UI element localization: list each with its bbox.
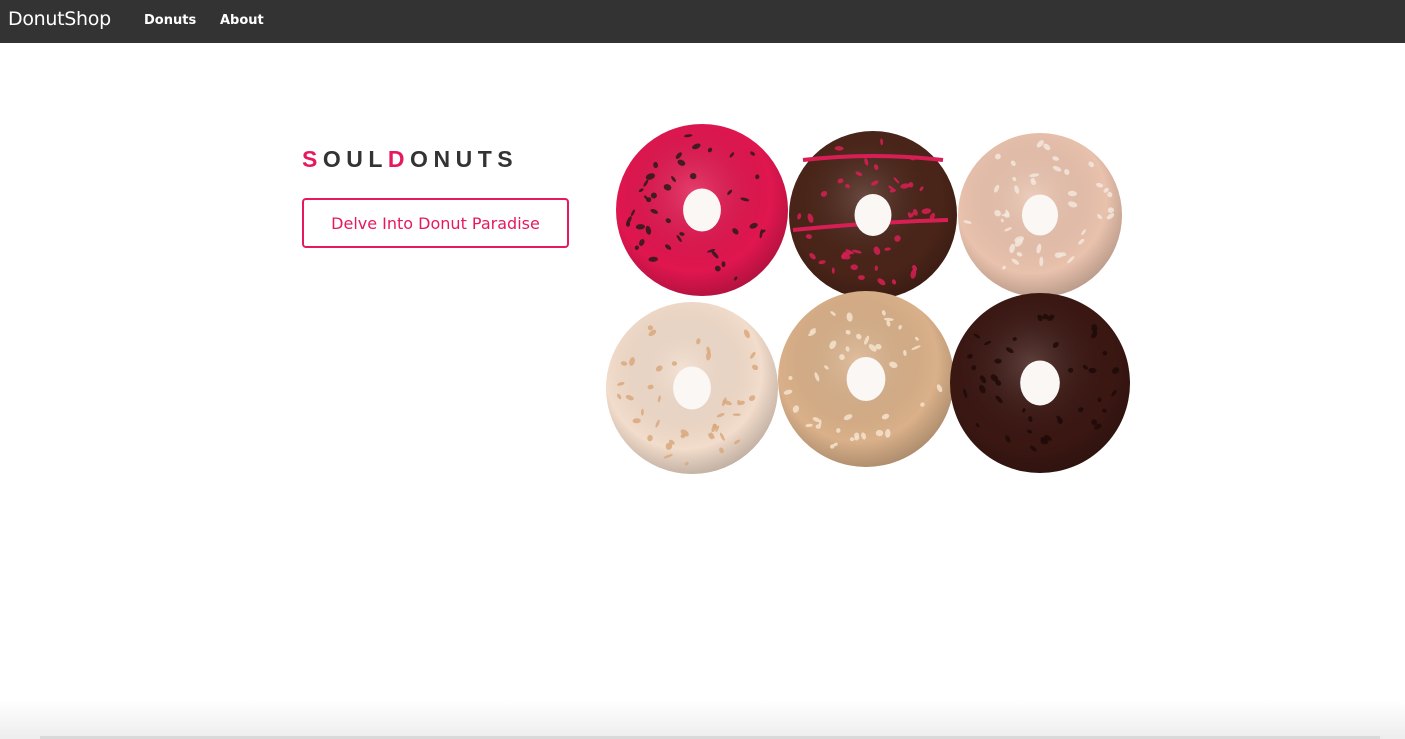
donuts-photo — [590, 97, 1143, 489]
footer-shadow — [0, 700, 1405, 739]
logo-letter: L — [368, 146, 388, 172]
donut — [958, 133, 1122, 297]
donut — [778, 291, 954, 467]
nav-link-donuts[interactable]: Donuts — [144, 13, 196, 28]
logo-letter: N — [433, 146, 456, 172]
nav-link-about[interactable]: About — [220, 13, 264, 28]
donut — [789, 131, 957, 299]
donut — [606, 302, 778, 474]
logo-letter: D — [387, 146, 411, 172]
logo-letter: U — [455, 146, 478, 172]
soul-donuts-logo: SOULDONUTS — [302, 146, 518, 173]
donut — [616, 124, 788, 296]
logo-letter: O — [410, 146, 434, 172]
brand-link[interactable]: DonutShop — [8, 8, 111, 30]
logo-letter: U — [346, 146, 369, 172]
logo-letter: O — [322, 146, 347, 172]
navbar: DonutShop Donuts About — [0, 0, 1405, 43]
logo-letter: T — [477, 146, 498, 172]
donut — [950, 293, 1130, 473]
logo-letter: S — [302, 146, 323, 172]
logo-letter: S — [497, 146, 519, 172]
delve-into-donut-paradise-button[interactable]: Delve Into Donut Paradise — [302, 198, 569, 248]
